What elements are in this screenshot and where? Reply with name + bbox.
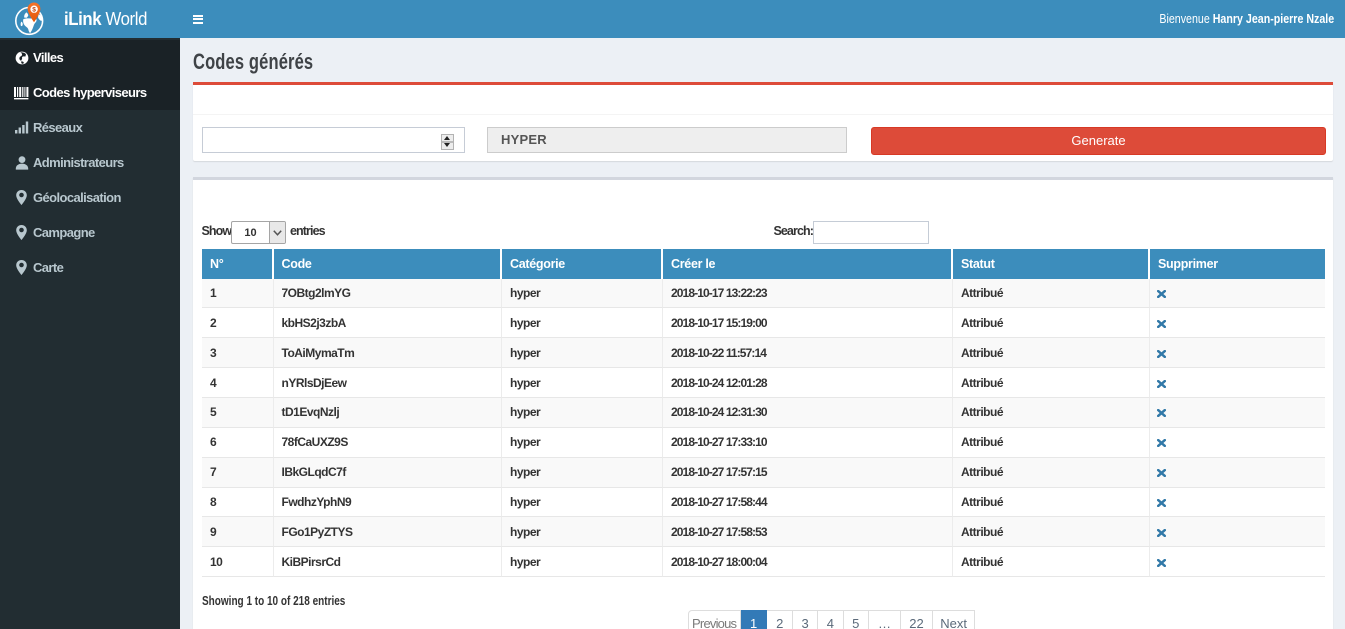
svg-text:$: $ — [32, 7, 36, 14]
